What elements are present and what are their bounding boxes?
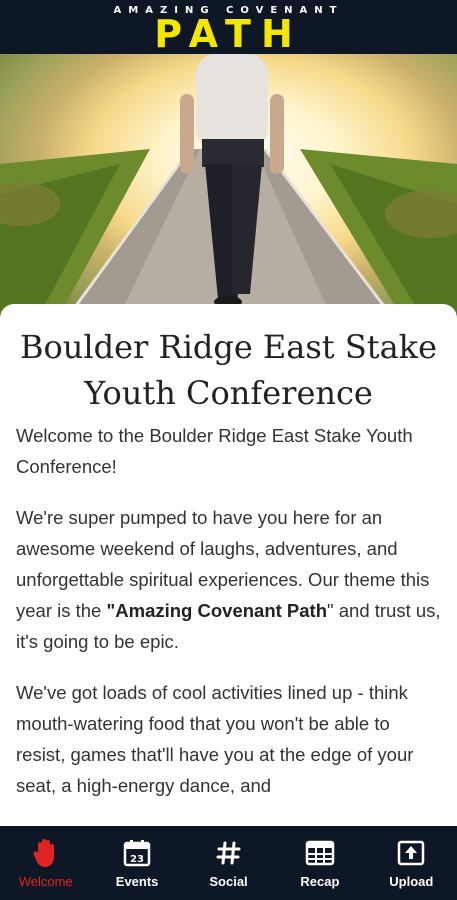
table-icon bbox=[305, 838, 335, 868]
article-body: Welcome to the Boulder Ridge East Stake … bbox=[16, 420, 441, 801]
upload-icon bbox=[396, 838, 426, 868]
tab-welcome[interactable]: Welcome bbox=[0, 826, 91, 900]
tab-events-label: Events bbox=[115, 874, 159, 889]
app-header: AMAZING COVENANT PATH bbox=[0, 0, 457, 54]
theme-paragraph: We're super pumped to have you here for … bbox=[16, 502, 441, 657]
content-card: Boulder Ridge East Stake Youth Conferenc… bbox=[0, 304, 457, 826]
tab-welcome-label: Welcome bbox=[18, 874, 73, 889]
tab-social-label: Social bbox=[209, 874, 248, 889]
tab-recap-label: Recap bbox=[300, 874, 340, 889]
logo-title: PATH bbox=[154, 12, 303, 56]
bottom-tab-bar: Welcome 23 Events Social Recap Upload bbox=[0, 826, 457, 900]
tab-upload-label: Upload bbox=[389, 874, 434, 889]
hand-icon bbox=[31, 838, 61, 868]
activities-paragraph: We've got loads of cool activities lined… bbox=[16, 682, 414, 796]
tab-social[interactable]: Social bbox=[183, 826, 274, 900]
tab-events[interactable]: 23 Events bbox=[91, 826, 182, 900]
page-title: Boulder Ridge East Stake Youth Conferenc… bbox=[20, 328, 437, 412]
hashtag-icon bbox=[214, 838, 244, 868]
intro-paragraph: Welcome to the Boulder Ridge East Stake … bbox=[16, 425, 413, 477]
tab-recap[interactable]: Recap bbox=[274, 826, 365, 900]
calendar-icon: 23 bbox=[122, 838, 152, 868]
tab-upload[interactable]: Upload bbox=[366, 826, 457, 900]
hero-image bbox=[0, 54, 457, 314]
calendar-day: 23 bbox=[130, 854, 144, 865]
theme-name: "Amazing Covenant Path bbox=[106, 600, 328, 621]
